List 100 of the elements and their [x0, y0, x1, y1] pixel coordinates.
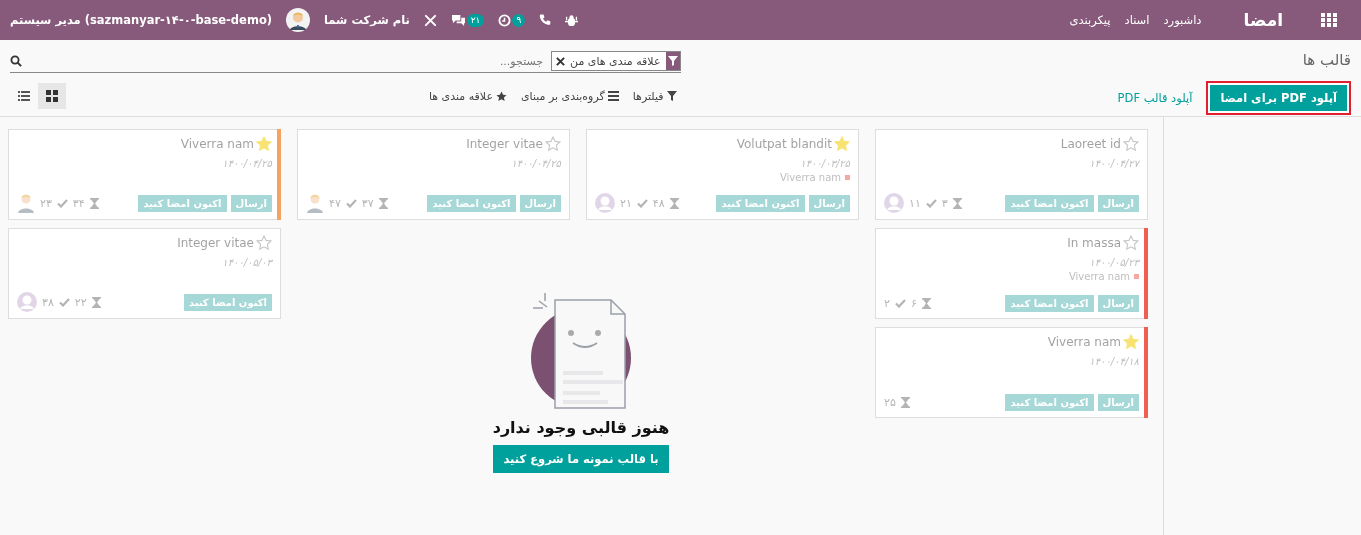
check-icon — [345, 198, 357, 208]
pending-count: ۲۵ — [884, 396, 896, 409]
hourglass-icon — [378, 197, 388, 209]
star-icon[interactable] — [1123, 235, 1139, 251]
check-icon — [58, 297, 70, 307]
card-title: Viverra nam — [180, 137, 254, 151]
pending-count: ۳ — [941, 196, 948, 210]
pending-count: ۳۷ — [361, 196, 374, 210]
card-title: Volutpat blandit — [736, 137, 832, 151]
pending-count: ۴۸ — [652, 196, 665, 210]
company-switcher[interactable]: نام شرکت شما — [324, 13, 410, 27]
menu-item[interactable]: داشبورد — [1163, 13, 1202, 27]
user-avatar — [595, 193, 615, 213]
pending-count: ۲۲ — [74, 295, 87, 309]
card-action-button[interactable]: اکنون امضا کنید — [716, 194, 805, 212]
empty-state-title: هنوز قالبی وجود ندارد — [492, 418, 670, 437]
upload-button[interactable]: آپلود PDF برای امضا — [1206, 81, 1351, 115]
list-icon — [18, 91, 30, 101]
funnel-icon — [666, 91, 677, 101]
menu-item[interactable]: پیکربندی — [1069, 13, 1111, 27]
close-icon[interactable] — [556, 56, 566, 66]
search-option-button[interactable]: فیلترها — [632, 89, 677, 103]
menu-item[interactable]: اسناد — [1124, 13, 1150, 27]
card-action-button[interactable]: اکنون امضا کنید — [138, 194, 227, 212]
hourglass-icon — [900, 397, 910, 408]
card-title: Laoreet id — [1060, 137, 1121, 151]
signed-count: ۱۱ — [909, 196, 921, 210]
search-option-button[interactable]: گروه‌بندی بر مبنای — [520, 89, 619, 103]
search-icon[interactable] — [10, 55, 22, 67]
card-action-button[interactable]: اکنون امضا کنید — [183, 293, 272, 311]
check-icon — [636, 198, 648, 208]
card-date: ۱۴۰۰/۰۴/۱۸ — [1088, 356, 1139, 367]
facet-label: علاقه مندی های من — [570, 54, 661, 68]
star-icon[interactable] — [1123, 136, 1139, 152]
card-tag: Viverra nam — [1068, 271, 1130, 282]
signed-count: ۲۳ — [40, 196, 52, 210]
card-date: ۱۴۰۰/۰۵/۲۳ — [1088, 257, 1139, 268]
app-name[interactable]: امضا — [1243, 10, 1283, 30]
signed-count: ۳۸ — [42, 295, 54, 309]
star-icon[interactable] — [1123, 334, 1139, 350]
check-icon — [894, 299, 906, 308]
search-option-button[interactable]: علاقه مندی ها — [428, 89, 507, 103]
card-action-button[interactable]: ارسال — [1097, 394, 1139, 411]
card-date: ۱۴۰۰/۰۴/۲۷ — [1088, 158, 1139, 169]
kanban-view-button[interactable] — [38, 83, 66, 109]
start-template-button[interactable]: با قالب نمونه ما شروع کنید — [493, 445, 669, 473]
person-avatar — [306, 193, 324, 213]
card-action-button[interactable]: اکنون امضا کنید — [1005, 295, 1094, 312]
user-avatar — [884, 193, 904, 213]
apps-menu-icon[interactable] — [1321, 12, 1337, 28]
hourglass-icon — [91, 296, 101, 308]
chat-icon[interactable] — [450, 13, 466, 27]
star-icon[interactable] — [256, 136, 272, 152]
user-menu[interactable]: (sazmanyar-۱۴-۰-base-demo) مدیر سیستم — [10, 13, 273, 27]
card-action-button[interactable]: ارسال — [230, 194, 272, 212]
card-date: ۱۴۰۰/۰۳/۲۵ — [799, 158, 850, 169]
pending-count: ۶ — [910, 297, 917, 310]
signed-count: ۲۱ — [620, 196, 632, 210]
activity-count-badge: ۹ — [512, 13, 526, 27]
hourglass-icon — [921, 298, 931, 309]
pending-count: ۳۴ — [72, 196, 85, 210]
star-icon[interactable] — [545, 136, 561, 152]
card-date: ۱۴۰۰/۰۵/۰۳ — [221, 257, 272, 268]
card-title: In massa — [1067, 236, 1121, 250]
user-avatar[interactable] — [286, 8, 311, 32]
check-icon — [56, 198, 68, 208]
card-title: Integer vitae — [177, 236, 254, 250]
hourglass-icon — [89, 197, 99, 209]
search-facet[interactable]: علاقه مندی های من — [551, 51, 681, 71]
card-action-button[interactable]: اکنون امضا کنید — [427, 194, 516, 212]
card-action-button[interactable]: ارسال — [1097, 194, 1139, 212]
card-action-button[interactable]: اکنون امضا کنید — [1005, 194, 1094, 212]
list-icon — [607, 91, 619, 101]
check-icon — [925, 198, 937, 208]
card-title: Viverra nam — [1047, 335, 1121, 349]
card-action-button[interactable]: اکنون امضا کنید — [1005, 394, 1094, 411]
hourglass-icon — [952, 197, 962, 209]
star-icon — [495, 90, 507, 102]
signed-count: ۴۷ — [329, 196, 341, 210]
hourglass-icon — [669, 197, 679, 209]
search-field[interactable]: علاقه مندی های من جستجو... — [10, 46, 681, 73]
card-action-button[interactable]: ارسال — [519, 194, 561, 212]
card-action-button[interactable]: ارسال — [1097, 295, 1139, 312]
star-icon[interactable] — [256, 235, 272, 251]
breadcrumb: قالب ها — [1301, 51, 1351, 69]
upload-button[interactable]: آپلود قالب PDF — [1113, 85, 1197, 111]
filter-icon — [665, 52, 680, 70]
message-count-badge: ۲۱ — [466, 13, 485, 27]
card-date: ۱۴۰۰/۰۴/۲۵ — [510, 158, 561, 169]
bug-icon[interactable] — [565, 13, 579, 27]
star-icon[interactable] — [834, 136, 850, 152]
card-action-button[interactable]: ارسال — [808, 194, 850, 212]
card-date: ۱۴۰۰/۰۴/۲۵ — [221, 158, 272, 169]
card-title: Integer vitae — [466, 137, 543, 151]
person-avatar — [17, 193, 35, 213]
card-tag: Viverra nam — [779, 172, 841, 183]
clock-icon[interactable] — [498, 13, 512, 27]
user-avatar — [17, 292, 37, 312]
phone-icon[interactable] — [539, 14, 552, 26]
grid-icon — [46, 90, 58, 102]
